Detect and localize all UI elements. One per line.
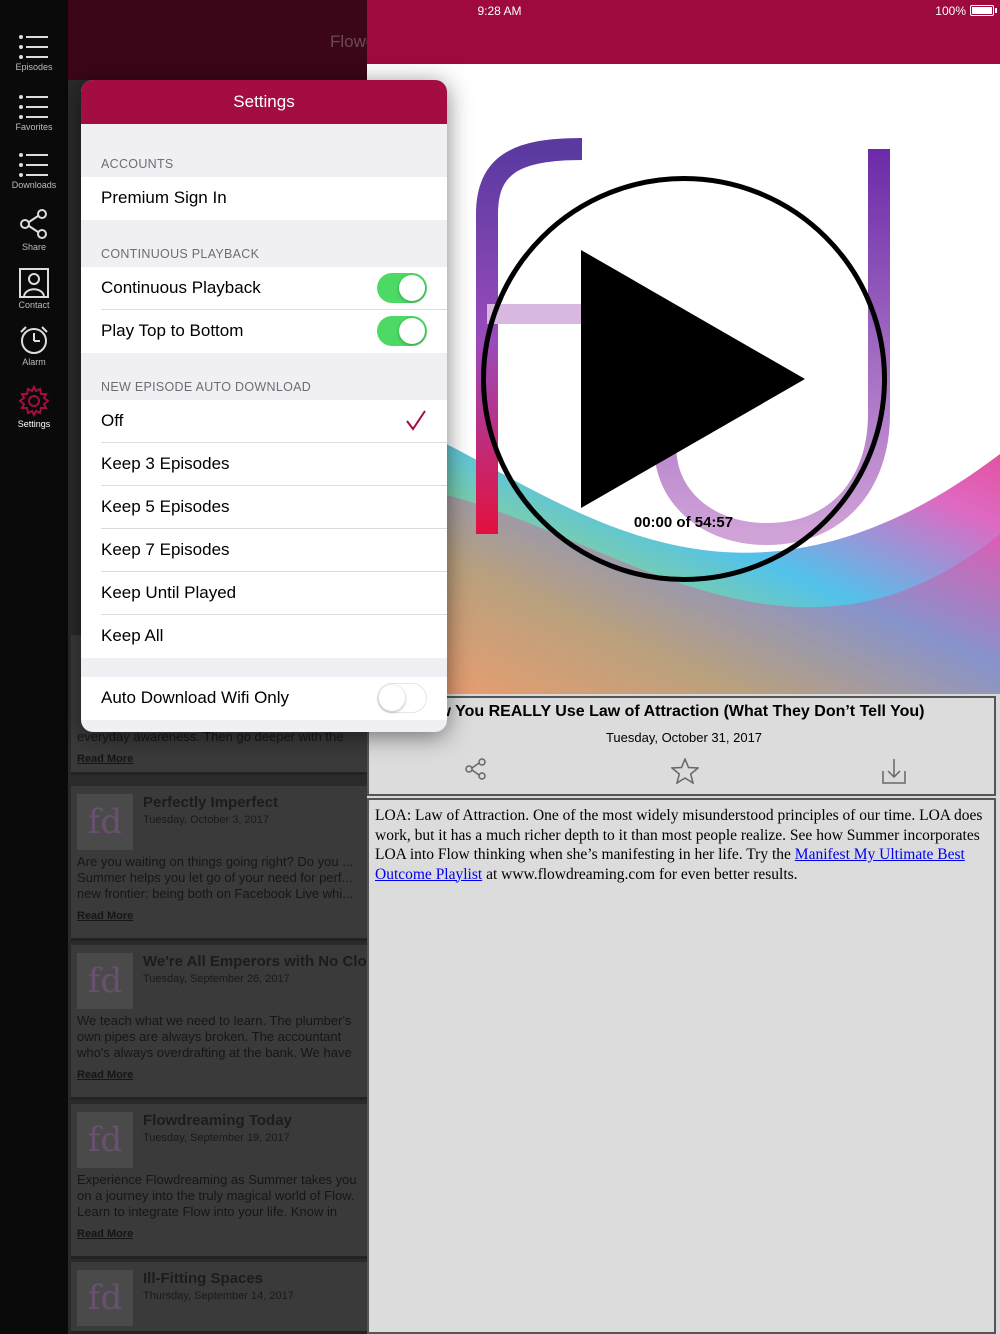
episode-title: Flowdreaming Today bbox=[143, 1112, 292, 1129]
episode-thumbnail: fd bbox=[77, 953, 133, 1009]
row-label: Keep 3 Episodes bbox=[101, 454, 230, 473]
settings-title: Settings bbox=[81, 80, 447, 124]
episode-artwork: 00:00 of 54:57 bbox=[367, 64, 1000, 694]
sidebar-item-label: Share bbox=[21, 242, 47, 252]
episode-title: w You REALLY Use Law of Attraction (What… bbox=[438, 703, 925, 720]
episode-description: Are you waiting on things going right? D… bbox=[77, 854, 354, 901]
battery-percent: 100% bbox=[935, 4, 966, 18]
read-more-link[interactable]: Read More bbox=[77, 1228, 133, 1240]
contact-icon bbox=[19, 268, 49, 298]
read-more-link[interactable]: Read More bbox=[77, 910, 133, 922]
sidebar: Episodes Favorites Downloads Share Conta… bbox=[0, 0, 68, 1334]
row-label: Play Top to Bottom bbox=[101, 321, 244, 340]
share-icon bbox=[20, 209, 47, 239]
episode-date: Thursday, September 14, 2017 bbox=[143, 1290, 294, 1302]
detail-header bbox=[367, 22, 1000, 64]
sidebar-item-favorites[interactable]: Favorites bbox=[0, 94, 68, 152]
episode-title: Ill-Fitting Spaces bbox=[143, 1270, 264, 1287]
row-label: Premium Sign In bbox=[101, 188, 227, 207]
sidebar-item-contact[interactable]: Contact bbox=[0, 268, 68, 326]
play-top-to-bottom-toggle[interactable] bbox=[377, 316, 427, 346]
auto-download-option-keep-5[interactable]: Keep 5 Episodes bbox=[81, 486, 447, 529]
episode-thumbnail: fd bbox=[77, 1270, 133, 1326]
episode-description: LOA: Law of Attraction. One of the most … bbox=[367, 798, 996, 1334]
episode-detail-panel: 00:00 of 54:57 w You REALLY Use Law of A… bbox=[367, 22, 1000, 1334]
sidebar-item-settings[interactable]: Settings bbox=[0, 385, 68, 443]
list-item[interactable]: fd Perfectly Imperfect Tuesday, October … bbox=[71, 786, 368, 941]
auto-download-option-keep-all[interactable]: Keep All bbox=[81, 615, 447, 658]
sidebar-item-downloads[interactable]: Downloads bbox=[0, 152, 68, 210]
continuous-playback-row: Continuous Playback bbox=[81, 267, 447, 310]
episode-thumbnail: fd bbox=[77, 794, 133, 850]
section-header-continuous: CONTINUOUS PLAYBACK bbox=[101, 247, 260, 261]
status-bar: 9:28 AM 100% bbox=[367, 0, 1000, 22]
battery-icon bbox=[970, 5, 994, 16]
auto-download-option-off[interactable]: Off bbox=[81, 400, 447, 443]
row-label: Keep Until Played bbox=[101, 583, 237, 602]
sidebar-item-share[interactable]: Share bbox=[0, 208, 68, 266]
share-icon[interactable] bbox=[465, 758, 487, 780]
sidebar-item-label: Downloads bbox=[11, 180, 57, 190]
favorite-star-icon[interactable] bbox=[671, 758, 699, 784]
sidebar-item-label: Contact bbox=[18, 300, 50, 310]
sidebar-item-alarm[interactable]: Alarm bbox=[0, 325, 68, 383]
episode-info: w You REALLY Use Law of Attraction (What… bbox=[367, 696, 996, 796]
toggle-knob bbox=[399, 318, 425, 344]
row-label: Continuous Playback bbox=[101, 278, 261, 297]
row-label: Keep All bbox=[101, 626, 164, 645]
premium-sign-in-row[interactable]: Premium Sign In bbox=[81, 177, 447, 220]
alarm-icon bbox=[20, 326, 48, 354]
episode-description: Experience Flowdreaming as Summer takes … bbox=[77, 1172, 357, 1219]
wifi-only-row: Auto Download Wifi Only bbox=[81, 677, 447, 720]
section-header-accounts: ACCOUNTS bbox=[101, 157, 174, 171]
checkmark-icon bbox=[406, 410, 426, 431]
continuous-playback-toggle[interactable] bbox=[377, 273, 427, 303]
toggle-knob bbox=[379, 685, 405, 711]
toggle-knob bbox=[399, 275, 425, 301]
play-top-to-bottom-row: Play Top to Bottom bbox=[81, 310, 447, 353]
sidebar-item-label: Favorites bbox=[15, 122, 53, 132]
episode-thumbnail: fd bbox=[77, 1112, 133, 1168]
sidebar-item-label: Episodes bbox=[15, 62, 53, 72]
sidebar-item-label: Settings bbox=[17, 419, 51, 429]
sidebar-item-label: Alarm bbox=[22, 357, 46, 367]
auto-download-option-keep-until-played[interactable]: Keep Until Played bbox=[81, 572, 447, 615]
sidebar-item-episodes[interactable]: Episodes bbox=[0, 34, 68, 92]
episode-title: We're All Emperors with No Clothes bbox=[143, 953, 398, 970]
list-icon bbox=[19, 35, 48, 59]
auto-download-option-keep-3[interactable]: Keep 3 Episodes bbox=[81, 443, 447, 486]
settings-popover: Settings ACCOUNTS Premium Sign In CONTIN… bbox=[81, 80, 447, 732]
read-more-link[interactable]: Read More bbox=[77, 753, 133, 765]
description-text: at www.flowdreaming.com for even better … bbox=[482, 865, 798, 883]
row-label: Keep 7 Episodes bbox=[101, 540, 230, 559]
episode-date: Tuesday, September 26, 2017 bbox=[143, 973, 290, 985]
section-header-auto-download: NEW EPISODE AUTO DOWNLOAD bbox=[101, 380, 312, 394]
episode-date: Tuesday, October 3, 2017 bbox=[143, 814, 269, 826]
list-item[interactable]: fd Flowdreaming Today Tuesday, September… bbox=[71, 1104, 368, 1259]
episode-description: We teach what we need to learn. The plum… bbox=[77, 1013, 352, 1060]
playback-time: 00:00 of 54:57 bbox=[633, 514, 734, 531]
row-label: Auto Download Wifi Only bbox=[101, 688, 290, 707]
battery-cap bbox=[995, 8, 997, 13]
wifi-only-toggle[interactable] bbox=[377, 683, 427, 713]
row-label: Keep 5 Episodes bbox=[101, 497, 230, 516]
row-label: Off bbox=[101, 411, 124, 430]
gear-icon bbox=[18, 385, 50, 417]
episode-date: Tuesday, September 19, 2017 bbox=[143, 1132, 290, 1144]
auto-download-option-keep-7[interactable]: Keep 7 Episodes bbox=[81, 529, 447, 572]
status-time: 9:28 AM bbox=[477, 4, 522, 18]
list-icon bbox=[19, 95, 48, 119]
list-item[interactable]: fd We're All Emperors with No Clothes Tu… bbox=[71, 945, 397, 1100]
download-icon[interactable] bbox=[882, 758, 906, 784]
list-icon bbox=[19, 153, 48, 177]
list-item[interactable]: fd Ill-Fitting Spaces Thursday, Septembe… bbox=[71, 1262, 368, 1334]
episode-title: Perfectly Imperfect bbox=[143, 794, 279, 811]
episode-date: Tuesday, October 31, 2017 bbox=[605, 730, 763, 745]
play-icon[interactable] bbox=[581, 250, 805, 508]
read-more-link[interactable]: Read More bbox=[77, 1069, 133, 1081]
